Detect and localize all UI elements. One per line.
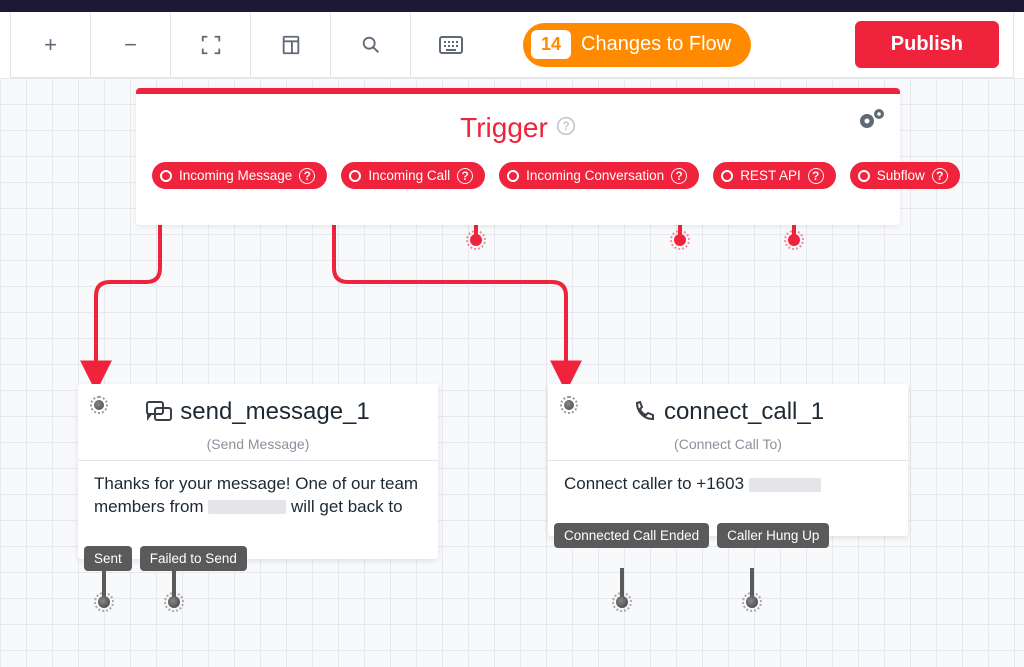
- flow-canvas[interactable]: Trigger ? Incoming Message ?: [0, 78, 1024, 667]
- unconnected-endpoint[interactable]: [784, 230, 804, 250]
- node-out-hungup[interactable]: Caller Hung Up: [717, 523, 829, 548]
- search-button[interactable]: [331, 12, 411, 78]
- help-icon[interactable]: ?: [299, 168, 315, 184]
- zoom-in-button[interactable]: +: [11, 12, 91, 78]
- node-title-text: connect_call_1: [664, 398, 824, 426]
- gears-icon: [858, 108, 886, 130]
- divider: [548, 460, 908, 461]
- zoom-out-button[interactable]: −: [91, 12, 171, 78]
- top-nav-stub: [0, 0, 1024, 12]
- node-input-anchor[interactable]: [90, 396, 108, 414]
- node-outputs: Sent Failed to Send: [78, 546, 247, 571]
- connector-ring-icon: [160, 170, 172, 182]
- trigger-out-incoming-call[interactable]: Incoming Call ?: [341, 162, 485, 189]
- help-icon[interactable]: ?: [671, 168, 687, 184]
- changes-to-flow-pill[interactable]: 14 Changes to Flow: [523, 23, 751, 67]
- changes-count-badge: 14: [531, 30, 571, 59]
- node-connect-call[interactable]: connect_call_1 (Connect Call To) Connect…: [548, 384, 908, 536]
- help-icon[interactable]: ?: [556, 116, 576, 141]
- keyboard-button[interactable]: [411, 12, 491, 78]
- node-body-text: will get back to: [291, 497, 403, 516]
- divider: [78, 460, 438, 461]
- redacted-text: [208, 500, 286, 514]
- node-subtitle: (Send Message): [94, 436, 422, 452]
- trigger-out-label: Incoming Call: [368, 168, 450, 183]
- keyboard-icon: [439, 36, 463, 54]
- node-body: Connect caller to +1603: [564, 473, 892, 496]
- redacted-text: [749, 478, 821, 492]
- fullscreen-icon: [200, 34, 222, 56]
- trigger-out-subflow[interactable]: Subflow ?: [850, 162, 960, 189]
- trigger-out-incoming-conversation[interactable]: Incoming Conversation ?: [499, 162, 699, 189]
- trigger-title-text: Trigger: [460, 112, 548, 144]
- phone-icon: [632, 400, 656, 424]
- svg-text:?: ?: [562, 120, 569, 133]
- plus-icon: +: [44, 32, 57, 58]
- trigger-out-label: Subflow: [877, 168, 925, 183]
- unconnected-endpoint[interactable]: [466, 230, 486, 250]
- node-title-text: send_message_1: [180, 398, 369, 426]
- trigger-widget[interactable]: Trigger ? Incoming Message ?: [136, 88, 900, 225]
- publish-button[interactable]: Publish: [855, 21, 999, 68]
- trigger-out-label: Incoming Conversation: [526, 168, 664, 183]
- unconnected-endpoint[interactable]: [164, 592, 184, 612]
- connector-ring-icon: [349, 170, 361, 182]
- connector-ring-icon: [858, 170, 870, 182]
- changes-label: Changes to Flow: [581, 33, 731, 56]
- unconnected-endpoint[interactable]: [612, 592, 632, 612]
- search-icon: [360, 34, 382, 56]
- toolbar: + − 14 Changes to Flow Publish: [10, 12, 1014, 78]
- connector-ring-icon: [507, 170, 519, 182]
- help-icon[interactable]: ?: [808, 168, 824, 184]
- trigger-out-label: Incoming Message: [179, 168, 292, 183]
- unconnected-endpoint[interactable]: [742, 592, 762, 612]
- trigger-out-label: REST API: [740, 168, 801, 183]
- node-input-anchor[interactable]: [560, 396, 578, 414]
- node-out-failed[interactable]: Failed to Send: [140, 546, 247, 571]
- node-body: Thanks for your message! One of our team…: [94, 473, 422, 519]
- settings-button[interactable]: [858, 108, 886, 135]
- node-title: send_message_1: [94, 398, 422, 426]
- trigger-title: Trigger ?: [460, 112, 576, 144]
- node-send-message[interactable]: send_message_1 (Send Message) Thanks for…: [78, 384, 438, 559]
- trigger-outputs: Incoming Message ? Incoming Call ? Incom…: [152, 162, 884, 189]
- node-outputs: Connected Call Ended Caller Hung Up: [548, 523, 829, 548]
- unconnected-endpoint[interactable]: [94, 592, 114, 612]
- note-icon: [280, 34, 302, 56]
- notes-button[interactable]: [251, 12, 331, 78]
- trigger-out-rest-api[interactable]: REST API ?: [713, 162, 836, 189]
- help-icon[interactable]: ?: [457, 168, 473, 184]
- node-subtitle: (Connect Call To): [564, 436, 892, 452]
- connector-ring-icon: [721, 170, 733, 182]
- node-body-text: Connect caller to +1603: [564, 474, 744, 493]
- trigger-out-incoming-message[interactable]: Incoming Message ?: [152, 162, 327, 189]
- node-out-ended[interactable]: Connected Call Ended: [554, 523, 709, 548]
- help-icon[interactable]: ?: [932, 168, 948, 184]
- unconnected-endpoint[interactable]: [670, 230, 690, 250]
- fit-screen-button[interactable]: [171, 12, 251, 78]
- chat-icon: [146, 401, 172, 423]
- node-out-sent[interactable]: Sent: [84, 546, 132, 571]
- minus-icon: −: [124, 32, 137, 58]
- node-title: connect_call_1: [564, 398, 892, 426]
